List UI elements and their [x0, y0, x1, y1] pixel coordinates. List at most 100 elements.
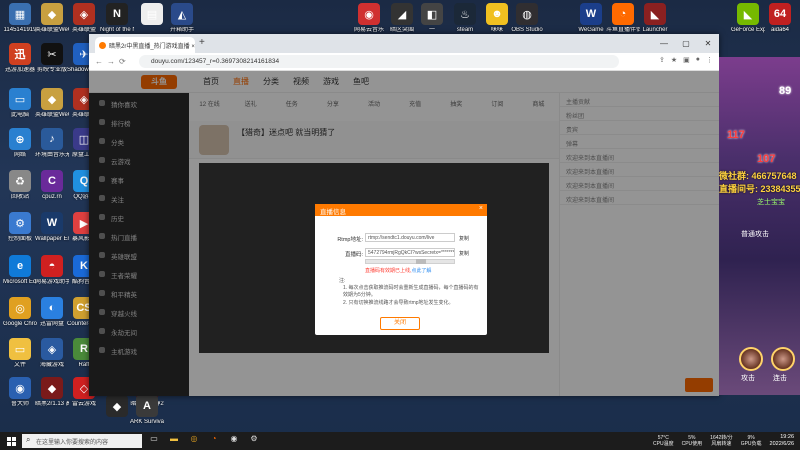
maximize-button[interactable]: ▢ — [675, 34, 697, 53]
code-scrollbar[interactable] — [365, 259, 455, 264]
desktop-icon[interactable]: ◧ 一 — [415, 3, 449, 34]
desktop-icon[interactable]: Ccpuz.rn — [35, 170, 69, 201]
app-icon: ◉ — [9, 377, 31, 399]
desktop-icon[interactable]: ◭ 开箱助手 — [165, 3, 199, 34]
bookmark-star-icon[interactable]: ★ — [671, 56, 677, 64]
warning-text: 直播码有效期已上线, — [365, 268, 412, 274]
desktop-icon[interactable]: ◈ 英雄联盟 — [67, 3, 101, 34]
start-button[interactable] — [0, 432, 22, 450]
desktop-icon[interactable]: ◔ 斗鱼直播伴侣 — [606, 3, 640, 34]
app-icon: ◣ — [737, 3, 759, 25]
settings-icon[interactable]: ⚙ — [246, 434, 262, 448]
desktop-icon[interactable]: ▤ — [135, 3, 169, 27]
desktop-icon-label: WeGame — [578, 27, 604, 33]
stat-label: CPU使用 — [681, 441, 703, 447]
desktop-icon[interactable]: ◆ 英雄联盟WeGame版 — [35, 3, 69, 34]
desktop-icon-label: 1145141919 — [3, 27, 37, 33]
desktop-icon[interactable]: ▭ 此电脑 — [3, 88, 37, 119]
copy-code-button[interactable]: 复制 — [459, 250, 469, 257]
share-icon[interactable]: ⇪ — [659, 56, 665, 64]
desktop-icon[interactable]: ◣ Launcher — [638, 3, 672, 34]
desktop-icon[interactable]: 迅迅游加速器 — [3, 43, 37, 74]
desktop-icon[interactable]: ▭ 文件 — [3, 338, 37, 369]
desktop-icon[interactable]: ◈ 海藏游戏 — [35, 338, 69, 369]
desktop-icon[interactable]: ◍ OBS Studio — [510, 3, 544, 34]
url-input[interactable]: douyu.com/123457_r=0.3697308214161834 — [139, 55, 619, 68]
desktop-icon[interactable]: N Night of the NLog.config — [100, 3, 134, 34]
desktop-icon-label: 鲁大师 — [10, 401, 29, 407]
new-tab-button[interactable]: + — [199, 37, 205, 48]
taskbar-search[interactable]: 在这里输入你要搜索的内容 — [22, 434, 142, 448]
extensions-icon[interactable]: ▣ — [683, 56, 690, 64]
desktop-icon[interactable]: ◉ 鲁大师 — [3, 377, 37, 408]
level-number: 89 — [779, 85, 792, 97]
desktop-icon[interactable]: ◎ Google Chrome — [3, 297, 37, 328]
desktop-icon[interactable]: e Microsoft Edge — [3, 255, 37, 286]
rtmp-address-field[interactable]: rtmp://sendtc1.douyu.com/live — [365, 233, 455, 242]
dialog-close-icon[interactable]: × — [479, 205, 483, 212]
desktop-icon[interactable]: ♪ 环境由音乐无乙编 — [35, 128, 69, 159]
desktop-icon[interactable]: ◐ 迅雷网盘 — [35, 297, 69, 328]
back-arrow-icon[interactable]: ← — [95, 57, 107, 66]
forward-arrow-icon[interactable]: → — [107, 57, 119, 66]
stat-label: CPU温度 — [653, 441, 674, 447]
desktop-icon[interactable]: ◆ 英雄联盟WeGame版 — [35, 88, 69, 119]
minimize-button[interactable]: — — [653, 34, 675, 53]
menu-dots-icon[interactable]: ⋮ — [706, 56, 713, 64]
app-icon: ⚙ — [9, 212, 31, 234]
stat-label: 风扇转速 — [711, 441, 732, 447]
desktop-icon[interactable]: ✂ 剪映专业版 — [35, 43, 69, 74]
desktop-icon[interactable]: 64 aida64 — [763, 3, 797, 34]
chrome-icon[interactable]: ◎ — [186, 434, 202, 448]
douyu-favicon-icon — [99, 42, 106, 49]
desktop-icon[interactable]: ◆ — [100, 395, 134, 419]
desktop-icon[interactable]: ◣ GeForce Experience — [731, 3, 765, 34]
desktop-icon[interactable]: ◢ 暗区突围 — [385, 3, 419, 34]
stream-info-dialog: 直播信息 × Rtmp地址: rtmp://sendtc1.douyu.com/… — [315, 204, 487, 335]
desktop-icon-label: 暗黑2r1.13 高清全屏 — [35, 401, 69, 407]
app-icon: ▦ — [9, 3, 31, 25]
desktop-icon[interactable]: ⚙ 控制面板 — [3, 212, 37, 243]
desktop-icon-label: 网易游戏助手 — [35, 279, 69, 285]
app-icon: W — [41, 212, 63, 234]
reload-icon[interactable]: ⟳ — [119, 57, 131, 66]
app-icon: ⊕ — [9, 128, 31, 150]
file-explorer-icon[interactable]: ▬ — [166, 434, 182, 448]
close-dialog-button[interactable]: 关闭 — [380, 317, 420, 330]
close-window-button[interactable]: ✕ — [697, 34, 719, 53]
desktop-icon[interactable]: A ARK Survival Evolved — [130, 395, 164, 426]
stream-code-field[interactable]: 5472794rmjRgQkCI?wsSecretx=******* — [365, 248, 455, 257]
app-icon: ◎ — [9, 297, 31, 319]
desktop-icon[interactable]: ♨ steam — [448, 3, 482, 34]
learn-more-link[interactable]: 点此了解 — [411, 268, 431, 274]
app-icon[interactable]: ◉ — [226, 434, 242, 448]
combo-skill-icon[interactable] — [771, 347, 795, 371]
profile-avatar[interactable]: ● — [696, 56, 700, 64]
desktop-icon[interactable]: ◉ 网易云音乐 — [352, 3, 386, 34]
scroll-thumb[interactable] — [416, 259, 426, 264]
desktop-icon-label: 英雄联盟WeGame版 — [35, 112, 69, 118]
desktop-icon[interactable]: ◆ 暗黑2r1.13 高清全屏 — [35, 377, 69, 408]
desktop-icon[interactable]: ◓ 网易游戏助手 — [35, 255, 69, 286]
desktop-icon[interactable]: ☻ 咪咪 — [480, 3, 514, 34]
app-icon: N — [106, 3, 128, 25]
combo-label: 连击 — [773, 375, 787, 382]
desktop-icon[interactable]: ⊕ 网络 — [3, 128, 37, 159]
dialog-header: 直播信息 × — [315, 204, 487, 216]
desktop-icon[interactable]: ▦ 1145141919 — [3, 3, 37, 34]
tab-bar: 暗黑2r中黑直播_热门游戏直播 × + — ▢ ✕ — [89, 34, 719, 53]
browser-tab[interactable]: 暗黑2r中黑直播_热门游戏直播 × — [95, 37, 195, 53]
tab-title: 暗黑2r中黑直播_热门游戏直播 × — [109, 44, 195, 50]
douyu-icon[interactable]: ◔ — [206, 434, 222, 448]
task-view-icon[interactable]: ▭ — [146, 434, 162, 448]
clock-time: 19:26 — [780, 434, 794, 440]
clock[interactable]: 19:26 2022/6/26 — [770, 434, 794, 448]
copy-rtmp-button[interactable]: 复制 — [459, 235, 469, 242]
desktop-icon[interactable]: W Wallpaper Engine — [35, 212, 69, 243]
desktop-icon[interactable]: ♻ 回收站 — [3, 170, 37, 201]
desktop-icon-label: Wallpaper Engine — [35, 236, 69, 242]
attack-skill-icon[interactable] — [739, 347, 763, 371]
notes-title: 注: — [339, 278, 346, 284]
stream-code-label: 直播码: — [344, 252, 363, 258]
desktop-icon[interactable]: W WeGame — [574, 3, 608, 34]
